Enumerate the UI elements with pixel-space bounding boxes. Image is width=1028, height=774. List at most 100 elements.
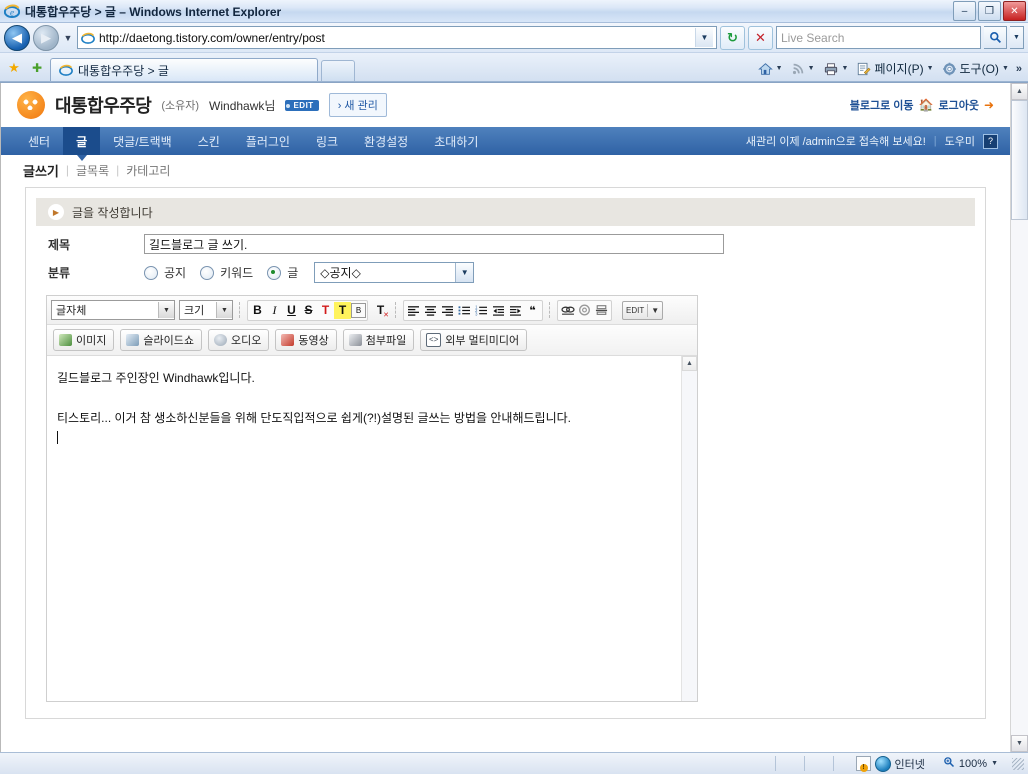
- strikethrough-button[interactable]: S: [300, 302, 317, 319]
- outdent-button[interactable]: [490, 302, 507, 319]
- editor-line-3: 티스토리... 이거 참 생소하신분들을 위해 단도직입적으로 쉽게(?!)설명…: [57, 411, 571, 425]
- browser-tab[interactable]: 대통합우주당 > 글: [50, 58, 318, 81]
- help-label[interactable]: 도우미: [945, 133, 975, 149]
- editor-scrollbar[interactable]: ▲: [681, 356, 697, 701]
- insert-image-button[interactable]: 이미지: [53, 329, 115, 351]
- align-right-button[interactable]: [439, 302, 456, 319]
- search-box[interactable]: Live Search: [776, 26, 981, 49]
- edit-mode-button[interactable]: EDIT ▼: [622, 300, 664, 320]
- number-list-button[interactable]: 123: [473, 302, 490, 319]
- clear-format-button[interactable]: T ✕: [372, 302, 389, 319]
- insert-slideshow-button[interactable]: 슬라이드쇼: [120, 329, 202, 351]
- editor-scroll-track[interactable]: [682, 371, 697, 701]
- print-caret-icon[interactable]: ▼: [842, 65, 849, 72]
- nav-item-link[interactable]: 링크: [303, 127, 351, 155]
- restore-button[interactable]: ❐: [978, 1, 1001, 21]
- edit-mode-caret-icon[interactable]: ▼: [651, 306, 659, 315]
- security-zone[interactable]: 인터넷: [848, 755, 933, 772]
- attach-file-label: 첨부파일: [365, 335, 407, 347]
- resize-grip[interactable]: [1012, 757, 1024, 770]
- minimize-button[interactable]: –: [953, 1, 976, 21]
- subnav-post-list[interactable]: 글목록: [76, 162, 109, 179]
- zoom-caret-icon[interactable]: ▼: [991, 760, 998, 767]
- new-tab-button[interactable]: [321, 60, 355, 81]
- zoom-control[interactable]: 100% ▼: [933, 756, 1008, 771]
- scroll-up-button[interactable]: ▲: [1011, 83, 1028, 100]
- page-scrollbar[interactable]: ▲ ▼: [1010, 83, 1028, 752]
- back-button[interactable]: ◀: [4, 24, 30, 51]
- bold-button[interactable]: B: [249, 302, 266, 319]
- logout-icon[interactable]: ➜: [984, 98, 994, 112]
- font-color-button[interactable]: T: [317, 302, 334, 319]
- home-button[interactable]: ▼: [755, 60, 786, 78]
- insert-audio-button[interactable]: 오디오: [207, 329, 270, 351]
- page-menu-button[interactable]: 페이지(P) ▼: [853, 58, 936, 79]
- bullet-list-button[interactable]: [456, 302, 473, 319]
- history-dropdown-icon[interactable]: ▼: [62, 33, 74, 43]
- indent-button[interactable]: [507, 302, 524, 319]
- logout-link[interactable]: 로그아웃: [938, 97, 978, 113]
- nav-notice[interactable]: 새관리 이제 /admin으로 접속해 보세요!: [746, 133, 926, 149]
- url-bar[interactable]: http://daetong.tistory.com/owner/entry/p…: [77, 26, 717, 49]
- horizontal-rule-button[interactable]: [593, 302, 610, 319]
- go-to-blog-link[interactable]: 블로그로 이동: [850, 97, 914, 113]
- home-caret-icon[interactable]: ▼: [776, 65, 783, 72]
- stop-button[interactable]: ✕: [748, 25, 773, 50]
- scroll-thumb[interactable]: [1011, 100, 1028, 220]
- favorites-star-icon[interactable]: ★: [4, 57, 24, 79]
- scroll-down-button[interactable]: ▼: [1011, 735, 1028, 752]
- forward-button[interactable]: ▶: [33, 24, 59, 51]
- underline-button[interactable]: U: [283, 302, 300, 319]
- page-caret-icon[interactable]: ▼: [927, 65, 934, 72]
- scroll-track[interactable]: [1011, 100, 1028, 735]
- chevron-down-icon[interactable]: ▼: [216, 302, 232, 318]
- new-admin-button[interactable]: › 새 관리: [328, 93, 387, 117]
- feeds-caret-icon[interactable]: ▼: [808, 65, 815, 72]
- close-button[interactable]: ✕: [1003, 1, 1026, 21]
- insert-external-media-button[interactable]: <> 외부 멀티미디어: [420, 329, 528, 351]
- tools-menu-button[interactable]: 도구(O) ▼: [939, 58, 1012, 79]
- feeds-button[interactable]: ▼: [788, 60, 818, 78]
- subnav-category[interactable]: 카테고리: [126, 162, 170, 179]
- nav-item-posts[interactable]: 글: [63, 127, 101, 161]
- search-dropdown-icon[interactable]: ▼: [1010, 26, 1024, 49]
- editor-scroll-up-button[interactable]: ▲: [682, 356, 697, 371]
- nav-item-skin[interactable]: 스킨: [185, 127, 233, 155]
- command-overflow-icon[interactable]: »: [1014, 63, 1024, 75]
- nav-item-settings[interactable]: 환경설정: [351, 127, 421, 155]
- category-select[interactable]: ◇공지◇ ▼: [314, 262, 475, 283]
- help-icon[interactable]: ?: [983, 133, 998, 149]
- edit-badge[interactable]: EDIT: [285, 99, 319, 111]
- subnav-write[interactable]: 글쓰기: [23, 161, 59, 180]
- align-left-button[interactable]: [405, 302, 422, 319]
- tools-caret-icon[interactable]: ▼: [1002, 65, 1009, 72]
- align-center-button[interactable]: [422, 302, 439, 319]
- attach-file-button[interactable]: 첨부파일: [342, 329, 415, 351]
- radio-notice[interactable]: [144, 265, 158, 280]
- editor-body[interactable]: 길드블로그 주인장인 Windhawk입니다. 티스토리... 이거 참 생소하…: [47, 356, 697, 701]
- url-dropdown-icon[interactable]: ▼: [695, 28, 713, 47]
- nav-item-invite[interactable]: 초대하기: [421, 127, 491, 155]
- add-favorite-icon[interactable]: ✚: [27, 57, 47, 79]
- chevron-down-icon[interactable]: ▼: [455, 263, 474, 282]
- nav-item-comments[interactable]: 댓글/트랙백: [100, 127, 185, 155]
- emoticon-button[interactable]: [576, 302, 593, 319]
- search-icon[interactable]: [984, 26, 1007, 49]
- nav-item-plugin[interactable]: 플러그인: [233, 127, 303, 155]
- nav-item-center[interactable]: 센터: [15, 127, 63, 155]
- link-button[interactable]: [559, 302, 576, 319]
- highlight-color-button[interactable]: T: [334, 301, 351, 319]
- editor-content[interactable]: 길드블로그 주인장인 Windhawk입니다. 티스토리... 이거 참 생소하…: [47, 356, 681, 701]
- print-button[interactable]: ▼: [820, 60, 852, 78]
- italic-button[interactable]: I: [266, 302, 283, 319]
- background-color-button[interactable]: B: [351, 302, 366, 318]
- font-family-select[interactable]: 글자체 ▼: [51, 300, 175, 320]
- font-size-select[interactable]: 크기 ▼: [179, 300, 233, 320]
- title-input[interactable]: 길드블로그 글 쓰기.: [144, 234, 724, 254]
- refresh-button[interactable]: ↻: [720, 25, 745, 50]
- radio-keyword[interactable]: [200, 265, 215, 280]
- chevron-down-icon[interactable]: ▼: [158, 302, 174, 318]
- home-icon[interactable]: 🏠: [919, 98, 934, 112]
- insert-video-button[interactable]: 동영상: [275, 329, 337, 351]
- radio-post[interactable]: [267, 265, 282, 280]
